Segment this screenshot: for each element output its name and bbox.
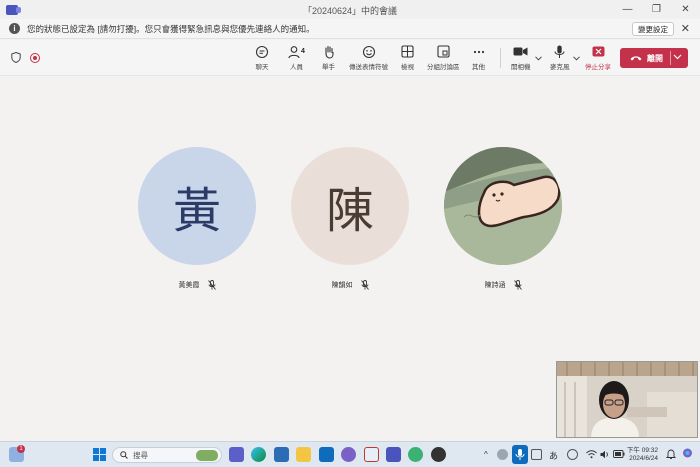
microphone-icon — [554, 45, 565, 58]
reactions-label: 傳送表情符號 — [349, 64, 388, 71]
bell-icon[interactable] — [666, 449, 676, 460]
ime-indicator[interactable]: あ — [549, 449, 558, 462]
participant-tile[interactable]: 陳 陳韻如 — [290, 147, 410, 290]
avatar — [444, 147, 562, 265]
pen-icon[interactable] — [531, 449, 542, 460]
more-button[interactable]: 其他 — [472, 44, 485, 72]
copilot-icon[interactable] — [341, 447, 356, 462]
meeting-stage: 黃 黃美霞 陳 陳韻如 陳詩涵 — [0, 77, 700, 441]
info-icon: i — [9, 23, 20, 34]
people-count: 4 — [301, 48, 305, 55]
participant-name: 陳韻如 — [331, 282, 353, 289]
cloud-icon[interactable] — [497, 449, 508, 460]
stop-sharing-button[interactable]: 停止分享 — [585, 44, 611, 72]
stop-share-icon — [592, 46, 604, 57]
chat-button[interactable]: 聊天 — [255, 44, 269, 72]
muted-mic-icon — [513, 280, 522, 290]
hang-up-icon — [630, 56, 642, 61]
window-title: 「20240624」中的會議 — [302, 6, 398, 16]
participant-name: 陳詩涵 — [484, 282, 506, 289]
self-view-video[interactable] — [556, 361, 698, 438]
profile-picture — [444, 147, 562, 265]
search-icon — [120, 451, 128, 459]
edge-browser-icon[interactable] — [251, 447, 266, 462]
focus-icon[interactable] — [567, 449, 578, 460]
windows-taskbar: 1 搜尋 ^ あ 下午 09:32 2024/6/24 — [0, 441, 700, 467]
snipping-tool-icon[interactable] — [364, 447, 379, 462]
raise-hand-button[interactable]: 舉手 — [322, 44, 335, 72]
participant-tile[interactable]: 陳詩涵 — [443, 147, 563, 290]
stop-sharing-label: 停止分享 — [585, 64, 611, 71]
minimize-button[interactable]: — — [613, 0, 642, 19]
breakout-rooms-label: 分組討論區 — [427, 64, 460, 71]
breakout-rooms-button[interactable]: 分組討論區 — [427, 44, 460, 72]
reactions-button[interactable]: 傳送表情符號 — [349, 44, 388, 72]
leave-button[interactable]: 離開 — [620, 48, 688, 68]
meeting-toolbar: 聊天 4 人員 舉手 傳送表情符號 檢視 分組討論區 其他 開相機 麥克風 停止… — [0, 40, 700, 76]
microphone-in-use-icon[interactable] — [512, 445, 528, 464]
participant-tile[interactable]: 黃 黃美霞 — [137, 147, 257, 290]
recording-icon[interactable] — [30, 53, 40, 63]
mail-icon[interactable] — [319, 447, 334, 462]
clock-date: 2024/6/24 — [629, 455, 658, 462]
teams-chat-icon[interactable] — [229, 447, 244, 462]
more-icon — [473, 50, 484, 53]
raise-hand-label: 舉手 — [322, 64, 335, 71]
view-button[interactable]: 檢視 — [401, 44, 414, 72]
restore-button[interactable]: ❐ — [642, 0, 671, 19]
copilot-tray-icon[interactable] — [682, 446, 693, 460]
camera-icon — [513, 47, 528, 56]
people-icon — [288, 45, 300, 58]
clock[interactable]: 下午 09:32 2024/6/24 — [627, 447, 658, 463]
muted-mic-icon — [207, 280, 216, 290]
media-player-icon[interactable] — [431, 447, 446, 462]
clock-time: 下午 09:32 — [626, 447, 658, 454]
teams-icon[interactable] — [386, 447, 401, 462]
toolbar-divider — [500, 48, 501, 68]
people-label: 人員 — [289, 64, 303, 71]
wifi-icon[interactable] — [586, 450, 597, 459]
chat-label: 聊天 — [255, 64, 269, 71]
change-settings-button[interactable]: 變更設定 — [632, 22, 674, 36]
camera-label: 開相機 — [511, 64, 531, 71]
camera-options-chevron-icon[interactable] — [535, 56, 542, 61]
search-placeholder: 搜尋 — [133, 450, 148, 460]
maps-icon[interactable] — [408, 447, 423, 462]
show-hidden-icons-chevron-icon[interactable]: ^ — [484, 450, 488, 459]
camera-button[interactable]: 開相機 — [511, 44, 531, 72]
more-label: 其他 — [472, 64, 485, 71]
mic-options-chevron-icon[interactable] — [573, 56, 580, 61]
view-label: 檢視 — [401, 64, 414, 71]
chat-icon — [255, 45, 269, 58]
shield-icon[interactable] — [11, 52, 21, 63]
notification-badge: 1 — [17, 445, 25, 453]
file-explorer-icon[interactable] — [296, 447, 311, 462]
taskbar-search[interactable]: 搜尋 — [112, 447, 222, 463]
self-view-image — [557, 362, 697, 437]
title-bar: 「20240624」中的會議 — ❐ ✕ — [0, 0, 700, 19]
avatar: 黃 — [138, 147, 256, 265]
search-highlight-icon — [196, 450, 218, 461]
participant-name: 黃美霞 — [178, 282, 200, 289]
store-icon[interactable] — [274, 447, 289, 462]
breakout-rooms-icon — [437, 45, 450, 58]
raise-hand-icon — [324, 45, 334, 59]
microphone-button[interactable]: 麥克風 — [550, 44, 570, 72]
leave-label: 離開 — [647, 53, 663, 63]
close-notification-icon[interactable]: ✕ — [681, 22, 690, 35]
avatar: 陳 — [291, 147, 409, 265]
notification-message: 您的狀態已設定為 [請勿打擾]。您只會獲得緊急訊息與您優先連絡人的通知。 — [27, 23, 315, 34]
microphone-label: 麥克風 — [550, 64, 570, 71]
leave-options-chevron-icon[interactable] — [673, 52, 682, 62]
battery-icon[interactable] — [613, 450, 625, 458]
close-window-button[interactable]: ✕ — [671, 0, 700, 19]
start-icon[interactable] — [92, 447, 107, 462]
people-button[interactable]: 4 人員 — [288, 44, 305, 72]
volume-icon[interactable] — [600, 450, 610, 459]
dnd-notification-bar: i 您的狀態已設定為 [請勿打擾]。您只會獲得緊急訊息與您優先連絡人的通知。 變… — [0, 19, 700, 39]
emoji-icon — [362, 45, 375, 58]
muted-mic-icon — [360, 280, 369, 290]
grid-view-icon — [401, 45, 414, 58]
